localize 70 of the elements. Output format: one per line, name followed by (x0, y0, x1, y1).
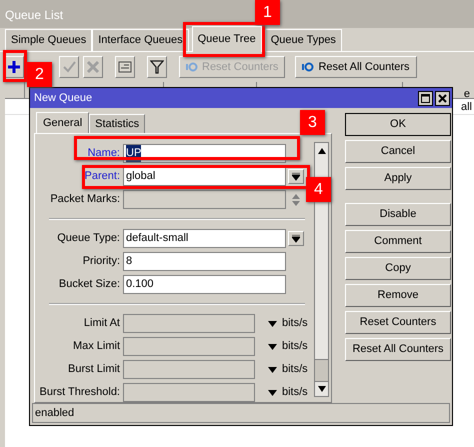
caret-icon (268, 320, 277, 326)
field-label: Queue Type: (56, 231, 121, 246)
reset-icon (302, 62, 314, 72)
field-label: Limit At (82, 316, 121, 332)
window-title: Queue List (5, 8, 64, 22)
field-label: Bucket Size: (58, 277, 121, 292)
caret-icon (268, 344, 277, 350)
dialog-button[interactable]: Apply (345, 167, 451, 190)
disable-button[interactable] (83, 56, 103, 78)
unit-label: bits/s (282, 362, 308, 378)
dialog-button[interactable]: Cancel (345, 140, 451, 163)
down-arrow-icon (318, 386, 326, 392)
status-text: enabled (35, 406, 74, 421)
dropdown-icon (292, 172, 300, 180)
caret-icon (268, 366, 277, 372)
dialog-button[interactable]: Remove (345, 284, 451, 307)
dialog-button[interactable]: Disable (345, 203, 451, 226)
unit-label: bits/s (282, 385, 308, 400)
enable-button[interactable] (59, 56, 79, 78)
table-cell-text: all (460, 100, 472, 114)
dialog-button[interactable]: Reset All Counters (345, 338, 451, 361)
reset-button[interactable]: Reset All Counters (295, 56, 417, 78)
field-label: Burst Limit (67, 362, 121, 378)
tab[interactable]: Interface Queues (92, 29, 189, 51)
field-label: Packet Marks: (49, 192, 121, 208)
tab[interactable]: Statistics (89, 114, 146, 133)
dropdown-button[interactable] (288, 231, 304, 246)
close-icon (438, 94, 447, 102)
step-badge: 2 (27, 62, 52, 87)
field-label: Parent: (84, 169, 121, 184)
close-button[interactable] (435, 90, 450, 106)
up-arrow-icon (318, 148, 326, 154)
dialog-button[interactable]: Copy (345, 257, 451, 280)
add-button[interactable] (4, 56, 24, 78)
maximize-button[interactable] (418, 90, 433, 106)
dialog-button[interactable]: OK (345, 113, 451, 136)
dialog-button[interactable]: Comment (345, 230, 451, 253)
comment-button[interactable] (115, 56, 135, 78)
field-label: Burst Threshold: (38, 385, 121, 400)
scrollbar[interactable] (314, 142, 329, 397)
step-badge: 1 (255, 0, 280, 25)
dialog-title: New Queue (34, 90, 94, 106)
tab[interactable]: Queue Types (264, 29, 342, 51)
up-down-icon (291, 192, 301, 206)
caret-icon (268, 390, 277, 396)
unit-label: bits/s (282, 316, 308, 332)
dropdown-field[interactable]: global (123, 167, 286, 186)
filter-icon (150, 60, 164, 74)
field-label: Max Limit (72, 339, 121, 354)
dropdown-icon (292, 234, 300, 242)
step-badge: 3 (300, 110, 325, 135)
note-icon (118, 61, 132, 73)
field-label: Priority: (82, 254, 121, 270)
scrollbar-thumb[interactable] (315, 359, 328, 381)
dialog-button[interactable]: Reset Counters (345, 311, 451, 334)
check-icon (62, 60, 76, 74)
field-label: Name: (86, 146, 121, 162)
step-badge: 4 (306, 177, 331, 202)
dropdown-field[interactable]: default-small (123, 229, 286, 248)
reset-icon (186, 62, 198, 72)
tab[interactable]: Queue Tree (192, 26, 262, 52)
tab[interactable]: General (36, 112, 90, 134)
maximize-icon (421, 94, 430, 102)
column-header: e (464, 87, 470, 98)
filter-button[interactable] (147, 56, 167, 78)
input-field[interactable]: 8 (123, 252, 286, 271)
input-field[interactable]: 0.100 (123, 275, 286, 294)
cross-icon (86, 60, 100, 74)
unit-label: bits/s (282, 339, 308, 354)
tab[interactable]: Simple Queues (5, 29, 92, 51)
